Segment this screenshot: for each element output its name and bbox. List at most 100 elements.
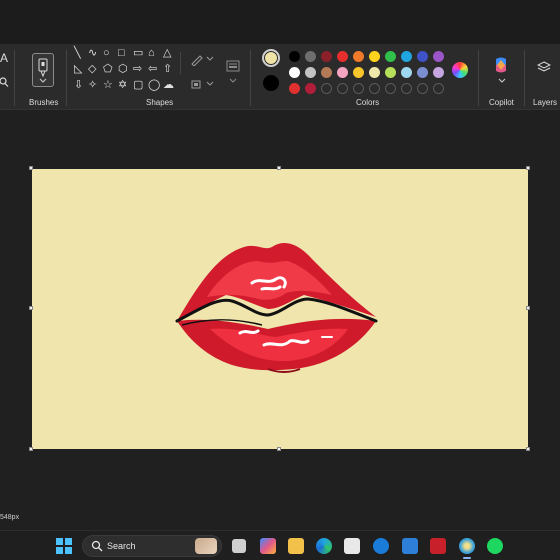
taskbar-search-box[interactable]: Search [82, 535, 222, 557]
color-swatch[interactable] [337, 51, 348, 62]
rectangle-shape-icon[interactable]: □ [118, 48, 125, 59]
star5-shape-icon[interactable]: ☆ [103, 80, 113, 91]
color-swatch[interactable] [305, 67, 316, 78]
color-swatch[interactable] [321, 67, 332, 78]
shapes-scrollbar[interactable] [180, 52, 181, 74]
line-shape-icon[interactable]: ╲ [74, 48, 81, 59]
resize-handle[interactable] [277, 166, 281, 170]
color-swatch[interactable] [401, 51, 412, 62]
star4-shape-icon[interactable]: ✧ [88, 80, 97, 91]
task-view-icon[interactable] [232, 539, 246, 553]
edit-colors-icon[interactable] [452, 62, 468, 78]
primary-color-swatch[interactable] [262, 49, 280, 67]
chevron-down-icon[interactable] [206, 81, 214, 87]
color-swatch[interactable] [305, 83, 316, 94]
custom-color-slot[interactable] [417, 83, 428, 94]
color-swatch[interactable] [289, 51, 300, 62]
outline-pen-icon[interactable] [190, 54, 204, 66]
ribbon-toolbar: A Brushes ╲ ∿ ○ □ ▭ ⌂ △ ◺ ◇ ⬠ ⬡ ⇨ ⇦ ⇧ ⇩ … [0, 44, 560, 110]
color-swatch[interactable] [289, 67, 300, 78]
callout-rect-shape-icon[interactable]: ▢ [133, 80, 143, 91]
color-swatch[interactable] [433, 51, 444, 62]
color-swatch[interactable] [385, 67, 396, 78]
copilot-icon[interactable] [492, 56, 510, 74]
rounded-rect-shape-icon[interactable]: ▭ [133, 48, 143, 59]
callout-cloud-shape-icon[interactable]: ☁ [163, 80, 174, 91]
stroke-size-icon[interactable] [226, 60, 240, 72]
paint-app-window: A Brushes ╲ ∿ ○ □ ▭ ⌂ △ ◺ ◇ ⬠ ⬡ ⇨ ⇦ ⇧ ⇩ … [0, 0, 560, 560]
resize-handle[interactable] [526, 306, 530, 310]
search-placeholder: Search [107, 541, 136, 551]
separator [250, 50, 251, 106]
custom-color-slot[interactable] [337, 83, 348, 94]
custom-color-slot[interactable] [433, 83, 444, 94]
callout-oval-shape-icon[interactable]: ◯ [148, 80, 160, 91]
dell-icon[interactable] [373, 538, 389, 554]
color-swatch[interactable] [433, 67, 444, 78]
custom-color-slot[interactable] [401, 83, 412, 94]
chevron-down-icon[interactable] [498, 78, 506, 84]
custom-color-slot[interactable] [321, 83, 332, 94]
star6-shape-icon[interactable]: ✡ [118, 80, 127, 91]
resize-handle[interactable] [29, 306, 33, 310]
spotify-icon[interactable] [487, 538, 503, 554]
arrow-left-shape-icon[interactable]: ⇦ [148, 64, 157, 75]
hexagon-shape-icon[interactable]: ⬡ [118, 64, 128, 75]
chevron-down-icon[interactable] [206, 56, 214, 62]
color-swatch[interactable] [321, 51, 332, 62]
arrow-down-shape-icon[interactable]: ⇩ [74, 80, 83, 91]
mcafee-icon[interactable] [430, 538, 446, 554]
search-highlight-image [195, 538, 217, 554]
resize-handle[interactable] [526, 447, 530, 451]
curve-shape-icon[interactable]: ∿ [88, 48, 97, 59]
canvas-workspace[interactable] [0, 111, 560, 520]
custom-color-slot[interactable] [369, 83, 380, 94]
arrow-up-shape-icon[interactable]: ⇧ [163, 64, 172, 75]
color-swatch[interactable] [369, 51, 380, 62]
color-swatch[interactable] [337, 67, 348, 78]
diamond-shape-icon[interactable]: ◇ [88, 64, 96, 75]
triangle-shape-icon[interactable]: △ [163, 48, 171, 59]
custom-color-slot[interactable] [353, 83, 364, 94]
active-app-indicator [463, 557, 471, 559]
right-triangle-shape-icon[interactable]: ◺ [74, 64, 82, 75]
chevron-down-icon[interactable] [229, 78, 237, 84]
color-swatch[interactable] [289, 83, 300, 94]
magnifier-icon[interactable] [0, 77, 9, 87]
color-swatch[interactable] [369, 67, 380, 78]
fill-bucket-icon[interactable] [190, 78, 204, 90]
lips-drawing [175, 243, 378, 373]
polygon-shape-icon[interactable]: ⌂ [148, 48, 155, 59]
layers-icon[interactable] [537, 61, 551, 75]
color-swatch[interactable] [305, 51, 316, 62]
microsoft-store-icon[interactable] [344, 538, 360, 554]
resize-handle[interactable] [526, 166, 530, 170]
color-swatch[interactable] [401, 67, 412, 78]
chevron-down-icon[interactable] [39, 78, 47, 84]
edge-browser-icon[interactable] [316, 538, 332, 554]
pentagon-shape-icon[interactable]: ⬠ [103, 64, 113, 75]
file-explorer-icon[interactable] [288, 538, 304, 554]
secondary-color-swatch[interactable] [263, 75, 279, 91]
copilot-taskbar-icon[interactable] [260, 538, 276, 554]
color-swatch[interactable] [417, 51, 428, 62]
shapes-label: Shapes [146, 98, 174, 107]
color-swatch[interactable] [385, 51, 396, 62]
resize-handle[interactable] [29, 166, 33, 170]
resize-handle[interactable] [29, 447, 33, 451]
color-swatch[interactable] [417, 67, 428, 78]
status-bar: 548px [0, 510, 560, 526]
mail-icon[interactable] [402, 538, 418, 554]
arrow-right-shape-icon[interactable]: ⇨ [133, 64, 142, 75]
text-tool-icon[interactable]: A [0, 52, 8, 64]
drawing-canvas[interactable] [32, 169, 528, 449]
separator [478, 50, 479, 106]
color-swatch[interactable] [353, 51, 364, 62]
color-swatch[interactable] [353, 67, 364, 78]
oval-shape-icon[interactable]: ○ [103, 48, 110, 59]
custom-color-slot[interactable] [385, 83, 396, 94]
resize-handle[interactable] [277, 447, 281, 451]
windows-taskbar: Search [0, 530, 560, 560]
windows-start-icon[interactable] [56, 538, 72, 554]
paint-app-icon[interactable] [459, 538, 475, 554]
